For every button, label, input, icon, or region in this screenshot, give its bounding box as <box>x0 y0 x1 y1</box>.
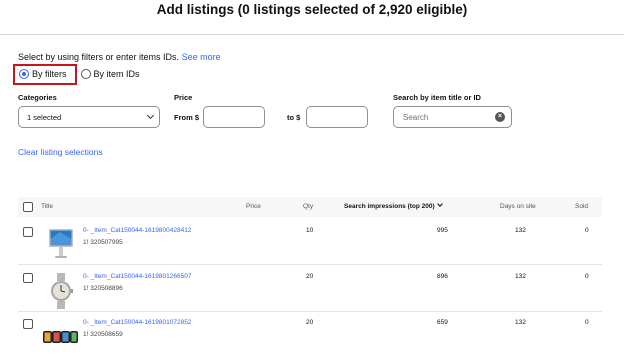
price-from-input[interactable] <box>203 106 265 128</box>
categories-select[interactable]: 1 selected <box>18 106 160 128</box>
header-impressions-label: Search impressions (top 200) <box>344 203 435 210</box>
row-days: 132 <box>515 319 526 326</box>
page-title: Add listings (0 listings selected of 2,9… <box>156 2 468 17</box>
header-price: Price <box>246 203 261 210</box>
table-row: 0- _Item_Cat150044-1619800428412 1! 3205… <box>18 227 602 271</box>
table-row: 0- _Item_Cat150044-1619801072852 1! 3205… <box>18 319 602 356</box>
header-qty: Qty <box>303 203 314 210</box>
row-qty: 10 <box>306 227 314 234</box>
smartwatches-icon <box>43 331 78 343</box>
row-qty: 20 <box>306 273 314 280</box>
row-sold: 0 <box>585 227 589 234</box>
by-item-ids-option[interactable]: By item IDs <box>80 69 140 79</box>
product-id: 1! 320508896 <box>83 285 123 292</box>
select-all-checkbox[interactable] <box>23 202 33 212</box>
categories-label: Categories <box>18 93 57 102</box>
row-checkbox[interactable] <box>23 273 33 283</box>
price-to-label: to $ <box>287 113 301 122</box>
search-label: Search by item title or ID <box>393 93 481 102</box>
clear-search-icon[interactable]: × <box>495 112 505 122</box>
row-days: 132 <box>515 273 526 280</box>
selection-mode-group: By filters By item IDs <box>13 63 140 85</box>
by-filters-option[interactable]: By filters <box>13 63 77 85</box>
see-more-link[interactable]: See more <box>182 52 221 62</box>
by-item-ids-label: By item IDs <box>93 69 140 79</box>
row-sold: 0 <box>585 319 589 326</box>
table-header: Title Price Qty Search impressions (top … <box>18 197 602 217</box>
row-checkbox[interactable] <box>23 319 33 329</box>
clear-selections-link[interactable]: Clear listing selections <box>18 147 103 157</box>
header-impressions[interactable]: Search impressions (top 200) <box>344 201 443 210</box>
by-filters-label: By filters <box>32 69 67 79</box>
price-from-label: From $ <box>174 113 200 122</box>
instructions: Select by using filters or enter items I… <box>18 52 221 62</box>
price-to-input[interactable] <box>306 106 368 128</box>
header-title: Title <box>41 203 54 210</box>
chevron-down-icon <box>146 111 155 120</box>
row-sold: 0 <box>585 273 589 280</box>
watch-icon <box>51 273 73 309</box>
price-label: Price <box>174 93 193 102</box>
instructions-text: Select by using filters or enter items I… <box>18 52 180 62</box>
product-id: 1! 320508659 <box>83 331 123 338</box>
table-row: 0- _Item_Cat150044-1619801266507 1! 3205… <box>18 273 602 317</box>
row-divider <box>18 264 602 265</box>
search-placeholder: Search <box>403 112 429 122</box>
categories-value: 1 selected <box>27 112 62 122</box>
row-impressions: 995 <box>437 227 448 234</box>
row-impressions: 659 <box>437 319 448 326</box>
by-filters-radio[interactable] <box>19 69 29 79</box>
row-qty: 20 <box>306 319 314 326</box>
row-divider <box>18 311 602 312</box>
header-divider <box>0 34 624 35</box>
search-input[interactable]: Search × <box>393 106 512 128</box>
header-days: Days on site <box>500 203 536 210</box>
row-checkbox[interactable] <box>23 227 33 237</box>
product-id: 1! 320507995 <box>83 239 123 246</box>
sort-desc-icon <box>436 201 443 207</box>
monitor-icon <box>49 229 73 258</box>
product-link[interactable]: 0- _Item_Cat150044-1619801266507 <box>83 273 191 280</box>
product-link[interactable]: 0- _Item_Cat150044-1619801072852 <box>83 319 191 326</box>
by-item-ids-radio[interactable] <box>80 69 91 79</box>
row-impressions: 896 <box>437 273 448 280</box>
row-days: 132 <box>515 227 526 234</box>
product-link[interactable]: 0- _Item_Cat150044-1619800428412 <box>83 227 191 234</box>
header-sold: Sold <box>575 203 589 210</box>
